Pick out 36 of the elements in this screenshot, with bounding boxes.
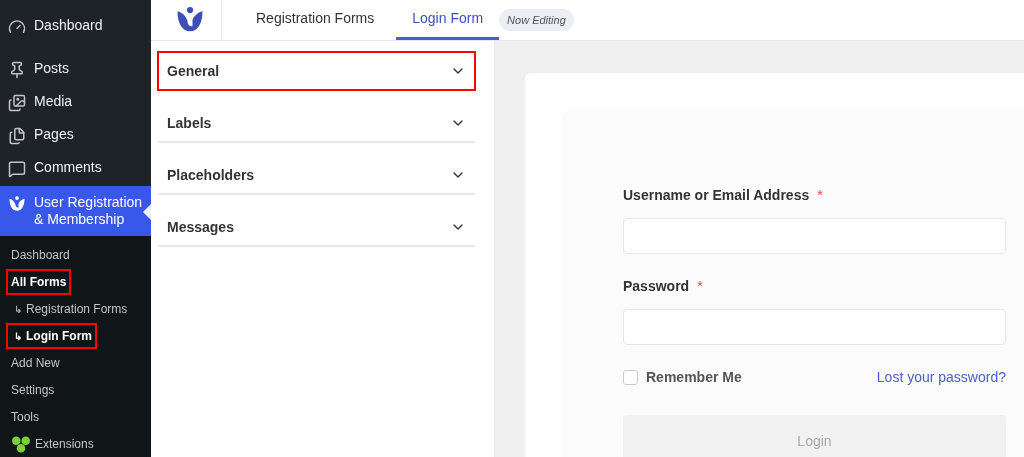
accordion-header[interactable]: General bbox=[157, 51, 476, 91]
sidebar-item[interactable]: Dashboard bbox=[0, 10, 151, 43]
logo-icon bbox=[8, 195, 26, 213]
accordion-header[interactable]: Placeholders bbox=[157, 155, 476, 195]
accordion-header[interactable]: Messages bbox=[157, 207, 476, 247]
submenu-item[interactable]: All Forms bbox=[6, 269, 72, 295]
hexagons-icon bbox=[11, 435, 31, 453]
submenu-item[interactable]: ↳ Login Form bbox=[6, 323, 97, 349]
required-mark: * bbox=[697, 277, 703, 296]
sidebar-item[interactable]: Comments bbox=[0, 152, 151, 185]
pages-icon bbox=[8, 127, 26, 145]
media-icon bbox=[8, 94, 26, 112]
submenu-item[interactable]: ↳ Registration Forms bbox=[6, 296, 133, 322]
input-field[interactable] bbox=[623, 309, 1006, 345]
submenu-item[interactable]: Settings bbox=[6, 377, 60, 403]
sidebar-item[interactable]: Pages bbox=[0, 119, 151, 152]
submenu-item[interactable]: Dashboard bbox=[6, 242, 75, 268]
sidebar-item[interactable]: Posts bbox=[0, 53, 151, 86]
submenu-item[interactable]: Tools bbox=[6, 404, 44, 430]
input-field[interactable] bbox=[623, 218, 1006, 254]
sidebar-item[interactable]: Media bbox=[0, 86, 151, 119]
field-label: Username or Email Address bbox=[623, 186, 810, 205]
dashboard-icon bbox=[8, 18, 26, 36]
field-label: Password bbox=[623, 277, 690, 296]
checkbox[interactable] bbox=[623, 370, 638, 385]
lost-password-link[interactable]: Lost your password? bbox=[876, 367, 1006, 388]
accordion-header[interactable]: Labels bbox=[157, 103, 476, 143]
submenu-item[interactable]: Add New bbox=[6, 350, 65, 376]
submenu-item[interactable]: Extensions bbox=[6, 431, 99, 457]
form-tab[interactable]: Registration Forms bbox=[240, 0, 391, 40]
comment-icon bbox=[8, 160, 26, 178]
checkbox-label: Remember Me bbox=[646, 368, 742, 387]
required-mark: * bbox=[817, 186, 823, 205]
sidebar-item[interactable]: User Registration & Membership bbox=[0, 186, 151, 236]
pin-icon bbox=[8, 61, 26, 79]
status-badge: Now Editing bbox=[499, 8, 574, 32]
